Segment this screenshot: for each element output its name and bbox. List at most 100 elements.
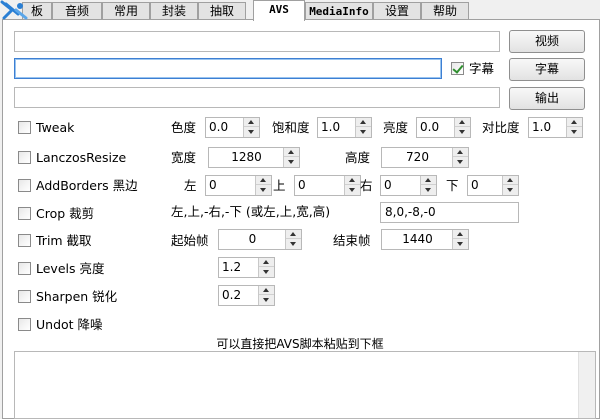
spin-up-icon[interactable] (455, 118, 470, 127)
saturation-label: 饱和度 (272, 120, 310, 135)
brightness-value: 0.0 (420, 120, 440, 134)
sharpen-checkbox[interactable] (18, 290, 31, 303)
contrast-arrows (566, 118, 582, 137)
spin-down-icon[interactable] (453, 239, 468, 249)
spin-up-icon[interactable] (286, 230, 301, 239)
spin-down-icon[interactable] (503, 185, 518, 195)
spin-down-icon[interactable] (345, 185, 360, 195)
spin-up-icon[interactable] (453, 230, 468, 239)
spin-up-icon[interactable] (345, 176, 360, 185)
border-bottom-spinner[interactable]: 0 (467, 175, 519, 196)
spin-down-icon[interactable] (256, 185, 271, 195)
saturation-spinner[interactable]: 1.0 (317, 117, 372, 138)
start-frame-value: 0 (248, 232, 257, 246)
border-left-arrows (255, 176, 271, 195)
levels-label: Levels 亮度 (36, 261, 105, 276)
spin-down-icon[interactable] (259, 295, 274, 305)
spin-down-icon[interactable] (455, 127, 470, 137)
border-right-value: 0 (384, 178, 392, 192)
height-value: 720 (406, 150, 429, 164)
sharpen-spinner[interactable]: 0.2 (218, 285, 275, 306)
border-bottom-arrows (502, 176, 518, 195)
crop-checkbox[interactable] (18, 207, 31, 220)
spin-up-icon[interactable] (503, 176, 518, 185)
brightness-label: 亮度 (383, 120, 409, 135)
spin-up-icon[interactable] (421, 176, 436, 185)
width-label: 宽度 (171, 150, 197, 165)
trim-checkbox[interactable] (18, 234, 31, 247)
addborders-checkbox[interactable] (18, 179, 31, 192)
crop-input[interactable]: 8,0,-8,-0 (380, 202, 519, 223)
spin-up-icon[interactable] (259, 286, 274, 295)
levels-spinner[interactable]: 1.2 (218, 257, 275, 278)
addborders-label: AddBorders 黑边 (36, 178, 138, 193)
brightness-spinner[interactable]: 0.0 (416, 117, 471, 138)
spin-down-icon[interactable] (356, 127, 371, 137)
start-frame-arrows (285, 230, 301, 249)
border-right-label: 右 (360, 178, 373, 193)
height-spinner[interactable]: 720 (381, 147, 469, 168)
height-label: 高度 (345, 150, 371, 165)
script-textarea[interactable] (14, 351, 596, 419)
spin-down-icon[interactable] (453, 157, 468, 167)
script-scrollbar[interactable] (578, 352, 595, 418)
end-frame-spinner[interactable]: 1440 (381, 229, 469, 250)
script-hint: 可以直接把AVS脚本粘贴到下框 (216, 337, 384, 351)
tweak-checkbox[interactable] (18, 121, 31, 134)
spin-up-icon[interactable] (259, 258, 274, 267)
lanczos-checkbox[interactable] (18, 151, 31, 164)
border-top-label: 上 (273, 178, 286, 193)
border-left-spinner[interactable]: 0 (205, 175, 272, 196)
height-arrows (452, 148, 468, 167)
spin-down-icon[interactable] (259, 267, 274, 277)
spin-down-icon[interactable] (567, 127, 582, 137)
spin-up-icon[interactable] (356, 118, 371, 127)
spin-up-icon[interactable] (567, 118, 582, 127)
width-value: 1280 (231, 150, 262, 164)
tweak-label: Tweak (36, 120, 75, 135)
filter-section: Tweak 色度 0.0 饱和度 1.0 亮度 0.0 对比度 1.0 Lanc… (0, 0, 600, 419)
border-right-arrows (420, 176, 436, 195)
spin-down-icon[interactable] (244, 127, 259, 137)
sharpen-arrows (258, 286, 274, 305)
width-spinner[interactable]: 1280 (208, 147, 300, 168)
spin-up-icon[interactable] (244, 118, 259, 127)
border-top-value: 0 (298, 178, 306, 192)
end-frame-arrows (452, 230, 468, 249)
spin-up-icon[interactable] (256, 176, 271, 185)
hue-spinner[interactable]: 0.0 (205, 117, 260, 138)
end-frame-label: 结束帧 (333, 233, 371, 248)
border-right-spinner[interactable]: 0 (380, 175, 437, 196)
spin-up-icon[interactable] (284, 148, 299, 157)
spin-down-icon[interactable] (421, 185, 436, 195)
saturation-arrows (355, 118, 371, 137)
crop-label: Crop 裁剪 (36, 206, 95, 221)
border-top-spinner[interactable]: 0 (294, 175, 361, 196)
app-logo (0, 0, 34, 20)
contrast-spinner[interactable]: 1.0 (528, 117, 583, 138)
spin-down-icon[interactable] (286, 239, 301, 249)
hue-arrows (243, 118, 259, 137)
brightness-arrows (454, 118, 470, 137)
spin-up-icon[interactable] (453, 148, 468, 157)
contrast-value: 1.0 (532, 120, 552, 134)
width-arrows (283, 148, 299, 167)
border-left-value: 0 (209, 178, 217, 192)
undot-checkbox[interactable] (18, 318, 31, 331)
saturation-value: 1.0 (321, 120, 341, 134)
levels-value: 1.2 (222, 260, 242, 274)
spin-down-icon[interactable] (284, 157, 299, 167)
trim-label: Trim 截取 (36, 233, 92, 248)
start-frame-spinner[interactable]: 0 (218, 229, 302, 250)
hue-label: 色度 (171, 120, 197, 135)
levels-checkbox[interactable] (18, 262, 31, 275)
crop-description: 左,上,-右,-下 (或左,上,宽,高) (171, 204, 331, 219)
undot-label: Undot 降噪 (36, 317, 103, 332)
hue-value: 0.0 (209, 120, 229, 134)
border-left-label: 左 (184, 178, 197, 193)
sharpen-label: Sharpen 锐化 (36, 289, 118, 304)
border-top-arrows (344, 176, 360, 195)
contrast-label: 对比度 (482, 120, 520, 135)
lanczos-label: LanczosResize (36, 150, 127, 165)
end-frame-value: 1440 (402, 232, 433, 246)
